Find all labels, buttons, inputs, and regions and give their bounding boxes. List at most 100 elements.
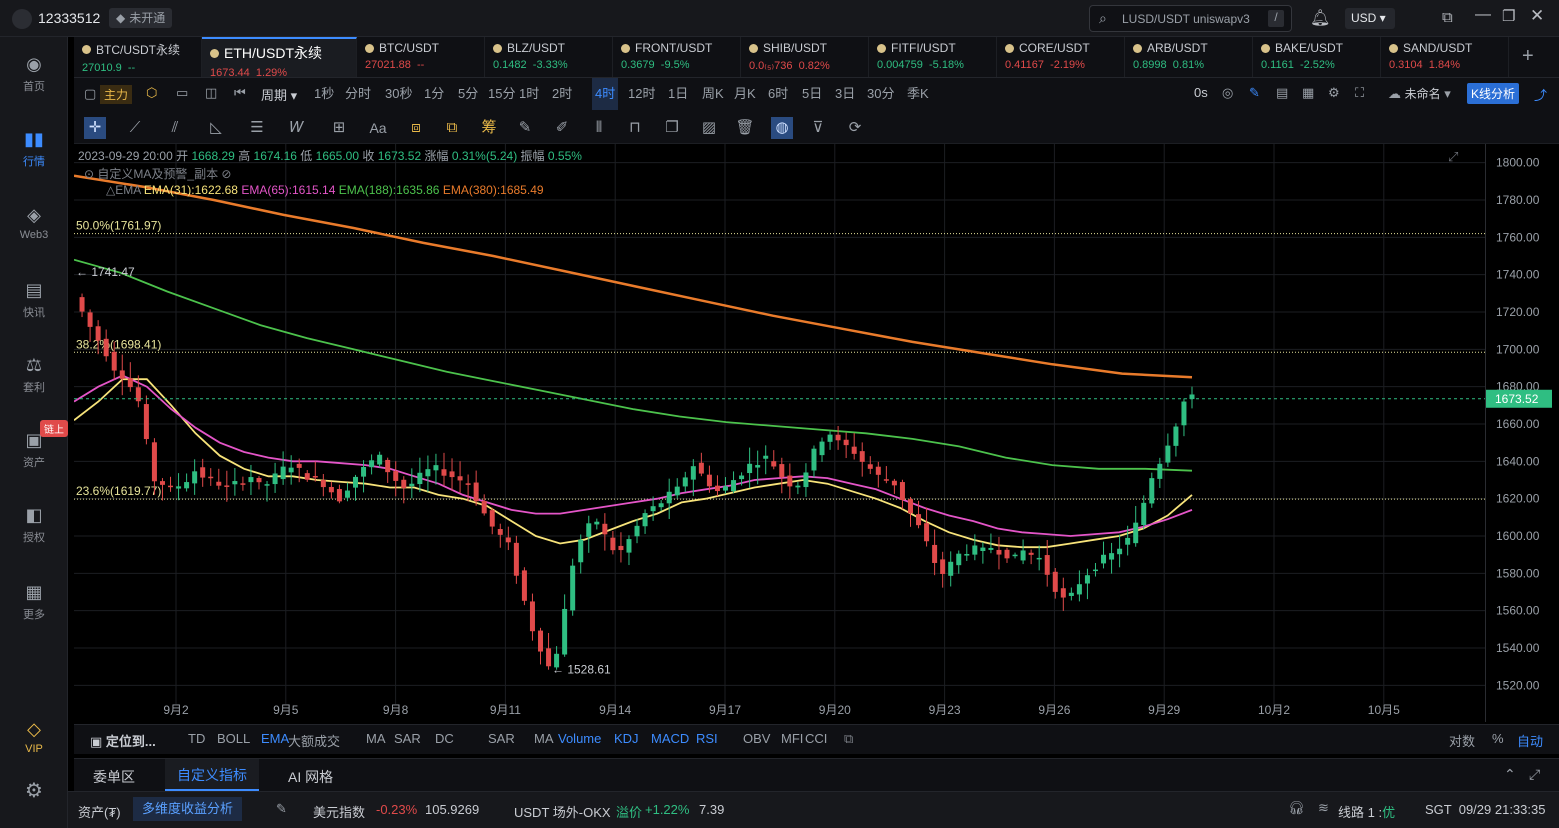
pen-icon[interactable]: ✎ (514, 117, 536, 139)
wave-icon[interactable]: 𝑊 (286, 117, 308, 139)
interval-8[interactable]: 4时 (592, 78, 619, 110)
log-scale-toggle[interactable]: 对数 (1449, 731, 1475, 750)
locate-button[interactable]: ▣ 定位到... (90, 731, 156, 750)
interval-7[interactable]: 2时 (552, 78, 572, 110)
kline-chart[interactable]: 9月2 9月5 9月8 9月11 9月14 9月17 9月20 9月23 9月26 9月29 10月… (73, 144, 1485, 722)
interval-6[interactable]: 1时 (519, 78, 539, 110)
expand-panel-icon[interactable]: ⤢ (1529, 766, 1540, 783)
asset-label[interactable]: 资产(₮) (78, 802, 121, 821)
add-tab-icon[interactable]: + (1522, 45, 1534, 68)
camera-icon[interactable]: ◎ (1222, 85, 1233, 101)
edit-small-icon[interactable]: ✎ (276, 801, 287, 817)
draw-pen-icon[interactable]: ✎ (1249, 85, 1260, 101)
sidebar-item-arbitrage[interactable]: ⚖ 套利 (0, 353, 68, 395)
expand-chart-icon[interactable]: ⤢ (1448, 149, 1458, 165)
sub-indicator-rsi[interactable]: RSI (696, 731, 718, 746)
clipboard-icon[interactable]: ▤ (1276, 85, 1288, 101)
interval-17[interactable]: 季K (907, 78, 929, 110)
tab-bake-usdt[interactable]: BAKE/USDT 0.1161 -2.52% (1253, 37, 1381, 77)
close-icon[interactable]: ✕ (1530, 6, 1544, 26)
cloud-layout-select[interactable]: ☁ 未命名 ▾ (1388, 85, 1451, 102)
main-indicator-td[interactable]: TD (188, 731, 205, 746)
interval-3[interactable]: 1分 (424, 78, 444, 110)
custom-indicator-label[interactable]: ⊙ 自定义MA及预警_副本 ⊘ (84, 165, 231, 182)
currency-select[interactable]: USD ▾ (1345, 8, 1395, 29)
tab-front-usdt[interactable]: FRONT/USDT 0.3679 -9.5% (613, 37, 741, 77)
fib-icon[interactable]: ⧈ (405, 117, 427, 139)
indicator-edit-icon[interactable]: ⧉ (844, 731, 853, 747)
line-selector[interactable]: 线路 1 :优 (1338, 802, 1395, 821)
kline-chart-svg[interactable]: 9月2 9月5 9月8 9月11 9月14 9月17 9月20 9月23 9月26 9月29 10月… (73, 144, 1485, 722)
chevron-up-icon[interactable]: ⌃ (1504, 766, 1516, 783)
filter-icon[interactable]: ⊽ (807, 117, 829, 139)
main-indicator-sar[interactable]: SAR (394, 731, 421, 746)
trash-icon[interactable]: 🗑︎ (734, 117, 756, 139)
tab-btc-usdt-[interactable]: BTC/USDT永续 27010.9 -- (74, 37, 202, 77)
sidebar-item-vip[interactable]: ◇ VIP (0, 717, 68, 755)
sub-indicator-obv[interactable]: OBV (743, 731, 770, 746)
interval-15[interactable]: 3日 (835, 78, 855, 110)
tab-arb-usdt[interactable]: ARB/USDT 0.8998 0.81% (1125, 37, 1253, 77)
tab-btc-usdt[interactable]: BTC/USDT 27021.88 -- (357, 37, 485, 77)
edit-icon[interactable]: ▨ (698, 117, 720, 139)
chart-type-icon[interactable]: ▢ (84, 86, 96, 102)
sidebar-item-home[interactable]: ◉ 首页 (0, 52, 68, 94)
sidebar-item-assets[interactable]: ▣ 资产 链上 (0, 420, 68, 470)
sidebar-settings[interactable]: ⚙ (0, 779, 68, 805)
sidebar-item-web3[interactable]: ◈ Web3 (0, 203, 68, 241)
split-layout-icon[interactable]: ◫ (205, 85, 217, 101)
sync-icon[interactable]: ⟳ (844, 117, 866, 139)
indicator-star-icon[interactable]: ⬡ (146, 85, 157, 101)
chart-settings-icon[interactable]: ⚙ (1328, 85, 1340, 101)
sidebar-item-more[interactable]: ▦ 更多 (0, 580, 68, 622)
interval-10[interactable]: 1日 (668, 78, 688, 110)
headset-icon[interactable]: 🎧︎ (1288, 800, 1305, 816)
trend-line-icon[interactable]: ⟋ (124, 117, 146, 139)
kline-analysis-button[interactable]: K线分析 (1467, 83, 1520, 104)
avatar[interactable] (12, 9, 32, 29)
search-input[interactable]: LUSD/USDT uniswapv3 (1122, 12, 1250, 26)
percent-scale-toggle[interactable]: % (1492, 731, 1504, 746)
tab-core-usdt[interactable]: CORE/USDT 0.41167 -2.19% (997, 37, 1125, 77)
sub-indicator-kdj[interactable]: KDJ (614, 731, 639, 746)
tab-shib-usdt[interactable]: SHIB/USDT 0.0₍₅₎736 0.82% (741, 37, 869, 77)
gann-icon[interactable]: ⧉ (441, 117, 463, 139)
eye-off-icon[interactable]: ⊘ (221, 167, 231, 181)
ray-icon[interactable]: ⫽ (164, 117, 186, 139)
interval-16[interactable]: 30分 (867, 78, 894, 110)
window-layout-icon[interactable]: ⧉ (1442, 9, 1453, 26)
share-icon[interactable]: ⤴ (1534, 85, 1547, 104)
main-indicator-dc[interactable]: DC (435, 731, 454, 746)
interval-1[interactable]: 分时 (345, 78, 371, 110)
sub-indicator-volume[interactable]: Volume (558, 731, 601, 746)
auto-scale-toggle[interactable]: 自动 (1517, 731, 1543, 750)
main-indicator-ema[interactable]: EMA (261, 731, 289, 746)
angle-icon[interactable]: ◺ (205, 117, 227, 139)
measure-icon[interactable]: ⊞ (328, 117, 350, 139)
sidebar-item-market[interactable]: ▮▮ 行情 (0, 127, 68, 169)
minimize-icon[interactable]: — (1475, 6, 1491, 24)
lock-icon[interactable]: ⊓ (624, 117, 646, 139)
tab-fitfi-usdt[interactable]: FITFI/USDT 0.004759 -5.18% (869, 37, 997, 77)
tab-eth-usdt-[interactable]: ETH/USDT永续 1673.44 1.29% (202, 37, 357, 79)
interval-13[interactable]: 6时 (768, 78, 788, 110)
copy-icon[interactable]: ❐ (661, 117, 683, 139)
interval-12[interactable]: 月K (734, 78, 756, 110)
calendar-icon[interactable]: ▭ (176, 85, 188, 101)
account-status-badge[interactable]: ◆ 未开通 (109, 8, 173, 28)
sub-indicator-ma[interactable]: MA (534, 731, 554, 746)
tab-orders[interactable]: 委单区 (93, 767, 135, 787)
interval-5[interactable]: 15分 (488, 78, 515, 110)
tab-ai-grid[interactable]: AI 网格 (288, 767, 333, 787)
main-force-button[interactable]: 主力 (100, 85, 133, 104)
bell-icon[interactable]: 🔔︎ (1310, 8, 1330, 28)
sidebar-item-authorize[interactable]: ◧ 授权 (0, 503, 68, 545)
tab-sand-usdt[interactable]: SAND/USDT 0.3104 1.84% (1381, 37, 1509, 77)
interval-0[interactable]: 1秒 (314, 78, 334, 110)
period-select[interactable]: 周期 ▾ (261, 85, 297, 104)
search-box[interactable]: ⌕ LUSD/USDT uniswapv3 / (1089, 5, 1292, 32)
replay-icon[interactable]: ⏮ (234, 85, 246, 101)
chip-icon[interactable]: 筹 (478, 117, 500, 139)
sub-indicator-sar[interactable]: SAR (488, 731, 515, 746)
brush-icon[interactable]: ✐ (551, 117, 573, 139)
